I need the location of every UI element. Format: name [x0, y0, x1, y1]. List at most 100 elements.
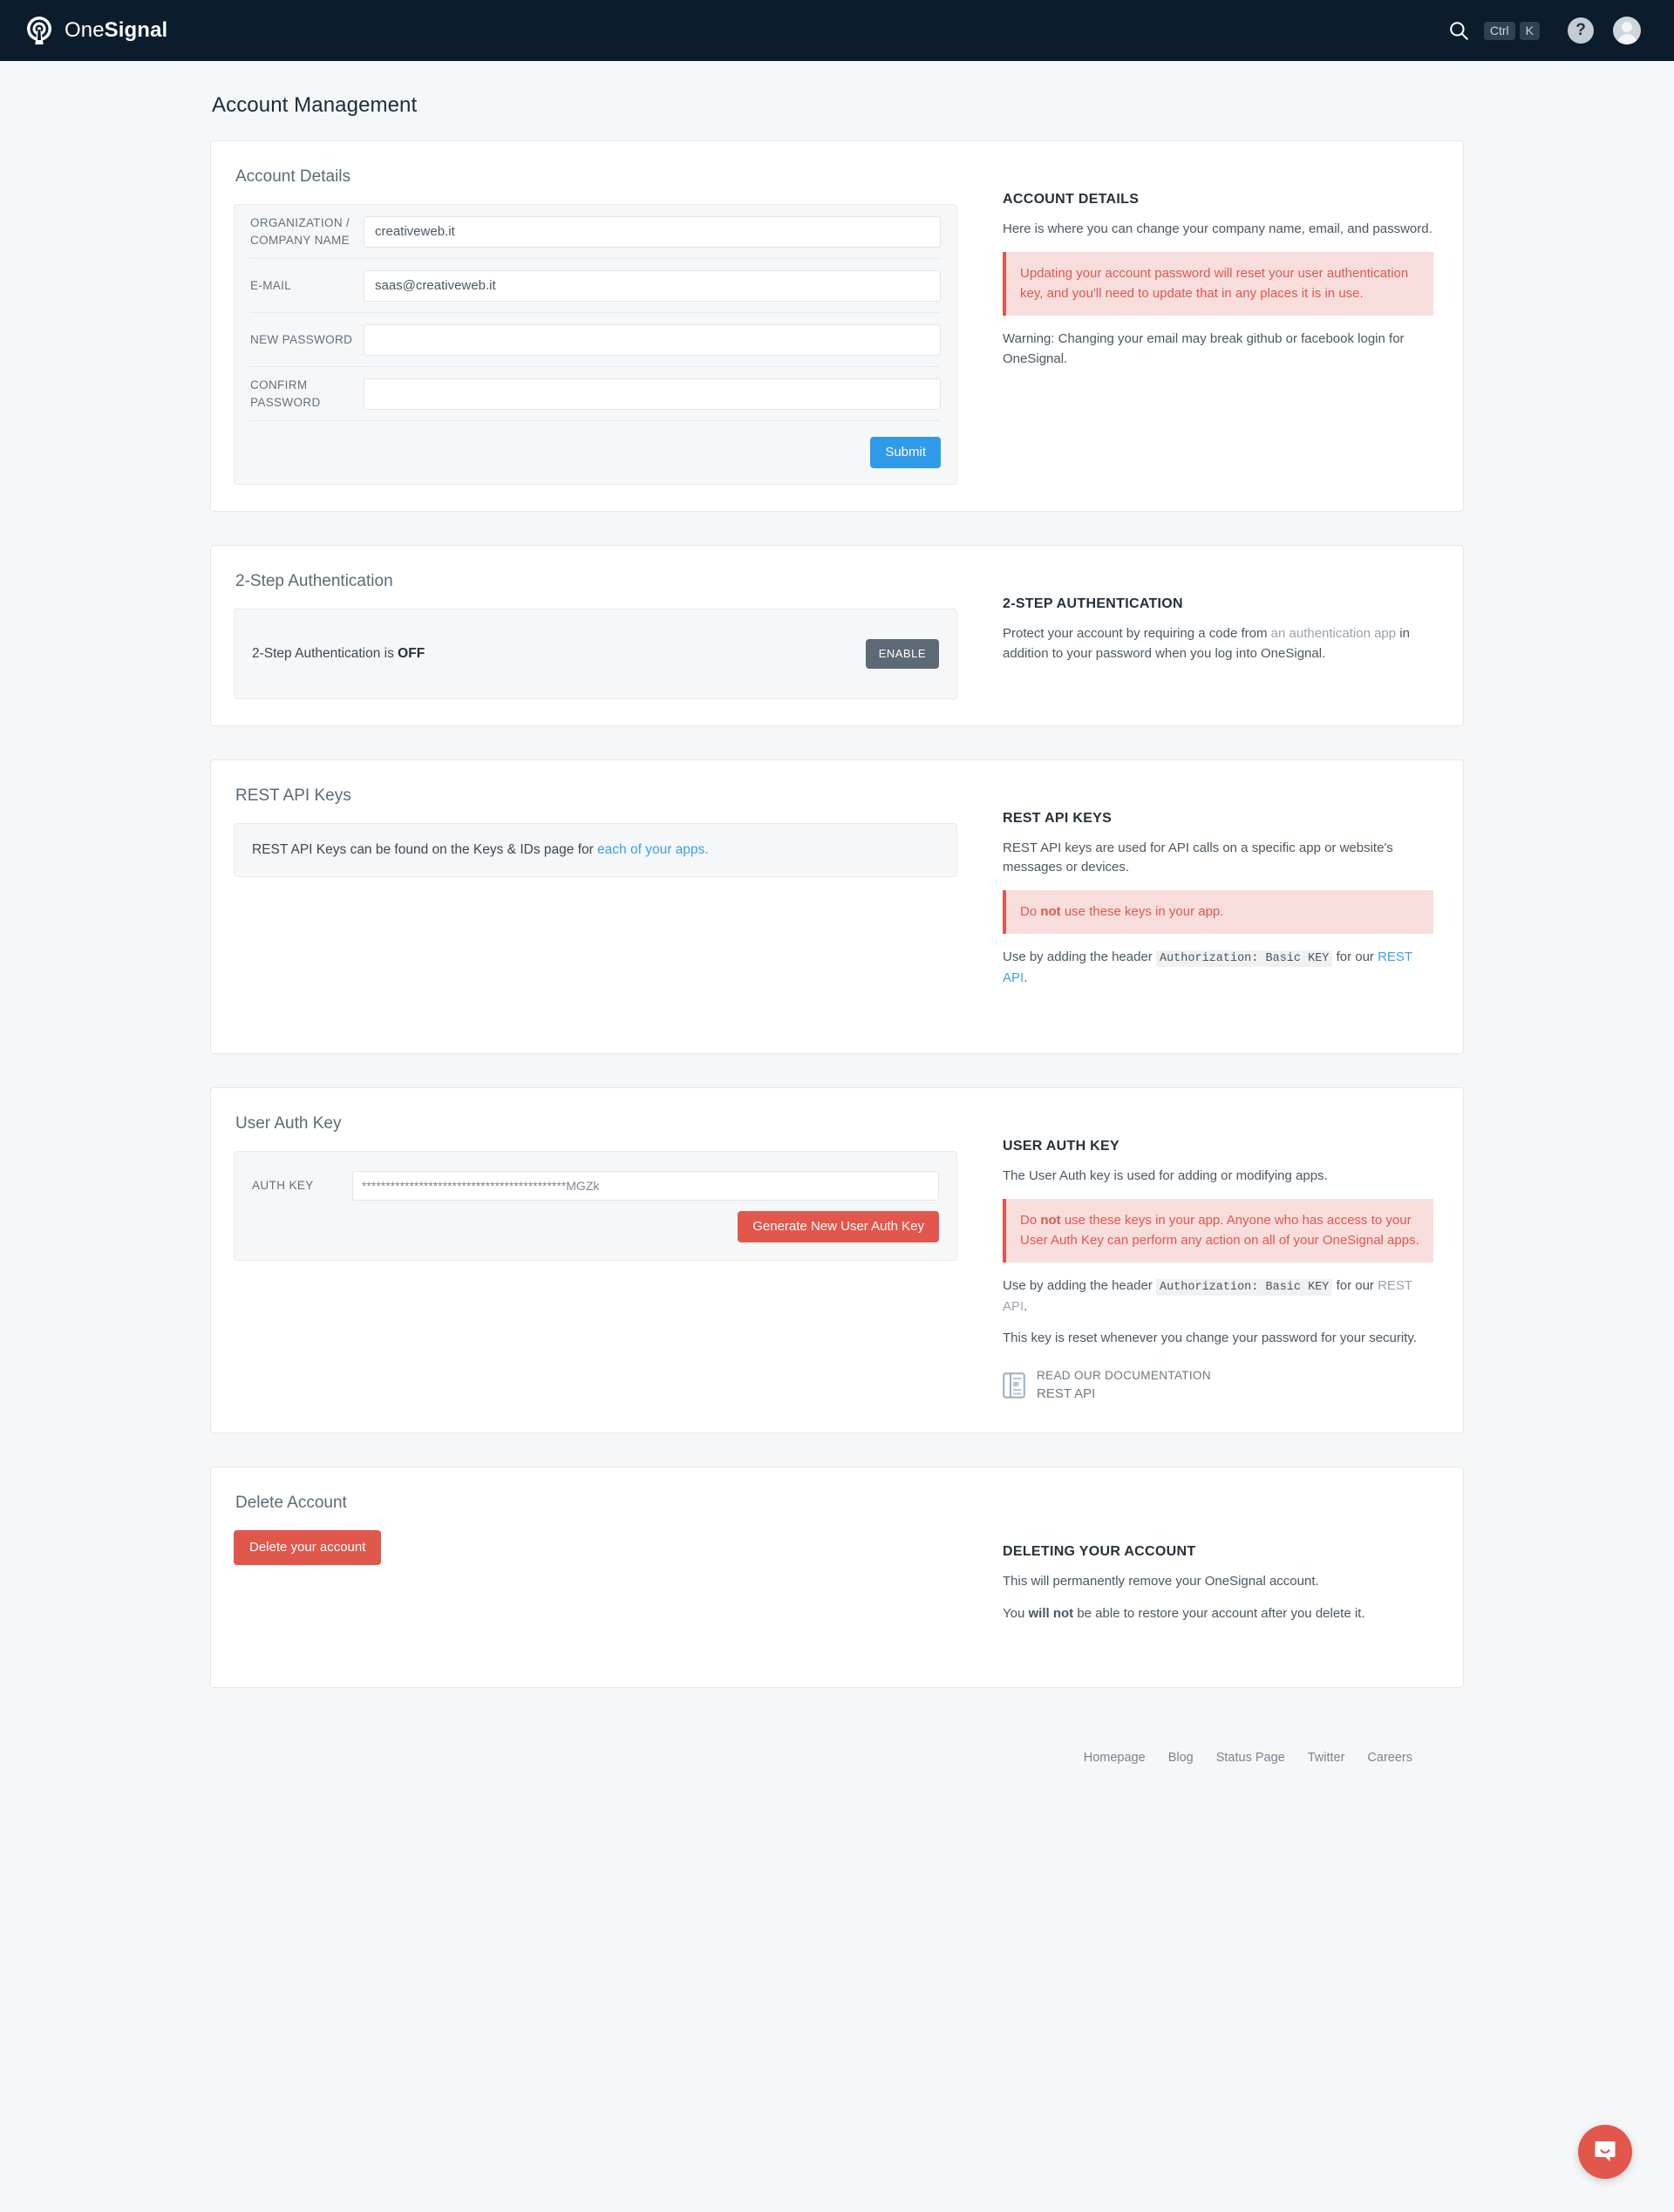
submit-button[interactable]: Submit [870, 437, 941, 468]
rest-api-keys-alert: Do not use these keys in your app. [1003, 890, 1433, 935]
delete-account-info-text2: You will not be able to restore your acc… [1003, 1604, 1433, 1624]
user-auth-key-title: User Auth Key [235, 1113, 342, 1133]
footer-link-careers[interactable]: Careers [1367, 1751, 1412, 1765]
footer-link-blog[interactable]: Blog [1168, 1751, 1194, 1765]
documentation-line1: READ OUR DOCUMENTATION [1037, 1369, 1211, 1383]
delete-info-suffix: be able to restore your account after yo… [1073, 1605, 1365, 1621]
authentication-app-link[interactable]: an authentication app [1271, 626, 1396, 641]
footer-link-homepage[interactable]: Homepage [1084, 1751, 1146, 1765]
user-auth-key-info: USER AUTH KEY The User Auth key is used … [957, 1114, 1433, 1403]
brand-text: OneSignal [65, 18, 167, 43]
org-name-input[interactable] [364, 215, 941, 248]
chat-launcher-button[interactable] [1578, 2125, 1632, 2179]
confirm-password-label: CONFIRM PASSWORD [250, 378, 321, 409]
auth-key-actions: Generate New User Auth Key [252, 1210, 939, 1242]
org-name-label: ORGANIZATION / COMPANY NAME [250, 215, 350, 247]
new-password-input[interactable] [364, 323, 941, 356]
delete-account-title: Delete Account [235, 1494, 347, 1513]
documentation-book-icon [1003, 1372, 1025, 1399]
brand-logo-group[interactable]: OneSignal [24, 16, 167, 45]
two-step-auth-card: 2-Step Authentication 2-Step Authenticat… [210, 545, 1464, 726]
page-title: Account Management [212, 93, 418, 117]
email-row: E-MAIL [250, 259, 941, 313]
new-password-row: NEW PASSWORD [250, 313, 941, 367]
account-details-info-text: Here is where you can change your compan… [1003, 221, 1432, 236]
delete-account-card: Delete Account Delete your account DELET… [210, 1467, 1464, 1688]
user-auth-key-info-heading: USER AUTH KEY [1003, 1138, 1119, 1154]
search-icon[interactable] [1447, 19, 1470, 42]
rest-api-keys-note-panel: REST API Keys can be found on the Keys &… [234, 822, 957, 877]
user-auth-key-info-text: The User Auth key is used for adding or … [1003, 1167, 1328, 1183]
documentation-link[interactable]: READ OUR DOCUMENTATION REST API [1003, 1368, 1433, 1403]
two-step-info: 2-STEP AUTHENTICATION Protect your accou… [957, 572, 1433, 699]
rest-header-mid: for our [1332, 949, 1378, 965]
delete-account-info: DELETING YOUR ACCOUNT This will permanen… [957, 1494, 1433, 1637]
footer-link-twitter[interactable]: Twitter [1308, 1751, 1345, 1765]
confirm-password-row: CONFIRM PASSWORD [250, 367, 941, 421]
confirm-password-input[interactable] [364, 378, 941, 410]
rest-alert-prefix: Do [1020, 904, 1041, 920]
user-auth-key-left: User Auth Key AUTH KEY Generate New User… [234, 1114, 957, 1403]
two-step-info-a: Protect your account by requiring a code… [1003, 626, 1271, 641]
rest-header-suffix: . [1024, 970, 1028, 985]
two-step-status-prefix: 2-Step Authentication is [252, 645, 398, 661]
uak-header-suffix: . [1024, 1298, 1028, 1314]
documentation-line2: REST API [1037, 1386, 1096, 1402]
account-details-title: Account Details [235, 167, 351, 186]
user-auth-key-card: User Auth Key AUTH KEY Generate New User… [210, 1086, 1464, 1434]
search-shortcut[interactable]: Ctrl K [1483, 21, 1540, 40]
rest-alert-bold: not [1040, 904, 1061, 920]
org-name-row: ORGANIZATION / COMPANY NAME [250, 205, 941, 259]
rest-api-keys-title: REST API Keys [235, 786, 351, 805]
user-auth-key-header-text: Use by adding the header Authorization: … [1003, 1276, 1433, 1317]
rest-api-keys-info-text: REST API keys are used for API calls on … [1003, 840, 1393, 875]
two-step-status-panel: 2-Step Authentication is OFF ENABLE [234, 609, 957, 699]
user-auth-key-reset-text: This key is reset whenever you change yo… [1003, 1331, 1417, 1346]
generate-new-auth-key-button[interactable]: Generate New User Auth Key [738, 1210, 939, 1242]
user-auth-key-alert-text: Do not use these keys in your app. Anyon… [1020, 1210, 1419, 1251]
delete-info-prefix: You [1003, 1605, 1029, 1621]
each-of-your-apps-link[interactable]: each of your apps. [597, 842, 709, 857]
two-step-status-value: OFF [398, 645, 425, 661]
account-details-info: ACCOUNT DETAILS Here is where you can ch… [957, 167, 1433, 485]
two-step-left: 2-Step Authentication 2-Step Authenticat… [234, 572, 957, 699]
two-step-status: 2-Step Authentication is OFF [252, 646, 425, 662]
top-navbar: OneSignal Ctrl K ? [0, 0, 1674, 61]
uak-alert-suffix: use these keys in your app. Anyone who h… [1020, 1212, 1419, 1248]
auth-key-row: AUTH KEY [252, 1170, 939, 1201]
rest-header-prefix: Use by adding the header [1003, 949, 1156, 965]
avatar[interactable] [1613, 17, 1641, 44]
account-details-info-heading: ACCOUNT DETAILS [1003, 192, 1140, 207]
rest-alert-suffix: use these keys in your app. [1060, 904, 1224, 920]
help-icon[interactable]: ? [1568, 17, 1594, 44]
password-reset-alert-text: Updating your account password will rese… [1020, 265, 1409, 302]
rest-api-keys-info-heading: REST API KEYS [1003, 810, 1113, 826]
chat-bubble-icon [1595, 2141, 1616, 2161]
rest-api-keys-left: REST API Keys REST API Keys can be found… [234, 786, 957, 1001]
account-details-actions: Submit [250, 421, 941, 484]
two-step-title: 2-Step Authentication [235, 572, 393, 590]
email-warning-text: Warning: Changing your email may break g… [1003, 331, 1405, 367]
uak-authorization-header-code: Authorization: Basic KEY [1155, 1279, 1333, 1297]
new-password-label: NEW PASSWORD [250, 332, 353, 346]
uak-alert-prefix: Do [1020, 1212, 1041, 1228]
user-auth-key-panel: AUTH KEY Generate New User Auth Key [234, 1150, 957, 1261]
two-step-info-text: Protect your account by requiring a code… [1003, 624, 1433, 664]
delete-account-info-heading: DELETING YOUR ACCOUNT [1003, 1544, 1196, 1560]
footer: Homepage Blog Status Page Twitter Career… [0, 1721, 1674, 1765]
delete-account-left: Delete Account Delete your account [234, 1494, 957, 1637]
rest-api-keys-note-text: REST API Keys can be found on the Keys &… [252, 841, 598, 857]
uak-header-prefix: Use by adding the header [1003, 1278, 1156, 1294]
navbar-right-group: Ctrl K ? [1447, 17, 1641, 44]
delete-account-button[interactable]: Delete your account [234, 1530, 382, 1566]
email-input[interactable] [364, 269, 941, 302]
footer-link-status-page[interactable]: Status Page [1216, 1751, 1285, 1765]
kbd-k: K [1519, 21, 1540, 40]
enable-two-step-button[interactable]: ENABLE [865, 639, 939, 669]
password-reset-alert: Updating your account password will rese… [1003, 251, 1433, 316]
authorization-header-code: Authorization: Basic KEY [1155, 950, 1333, 968]
rest-api-keys-alert-text: Do not use these keys in your app. [1020, 902, 1419, 922]
auth-key-input[interactable] [352, 1170, 939, 1201]
brand-one: One [65, 18, 105, 42]
account-details-form-panel: ORGANIZATION / COMPANY NAME E-MAIL NEW P… [234, 204, 957, 485]
